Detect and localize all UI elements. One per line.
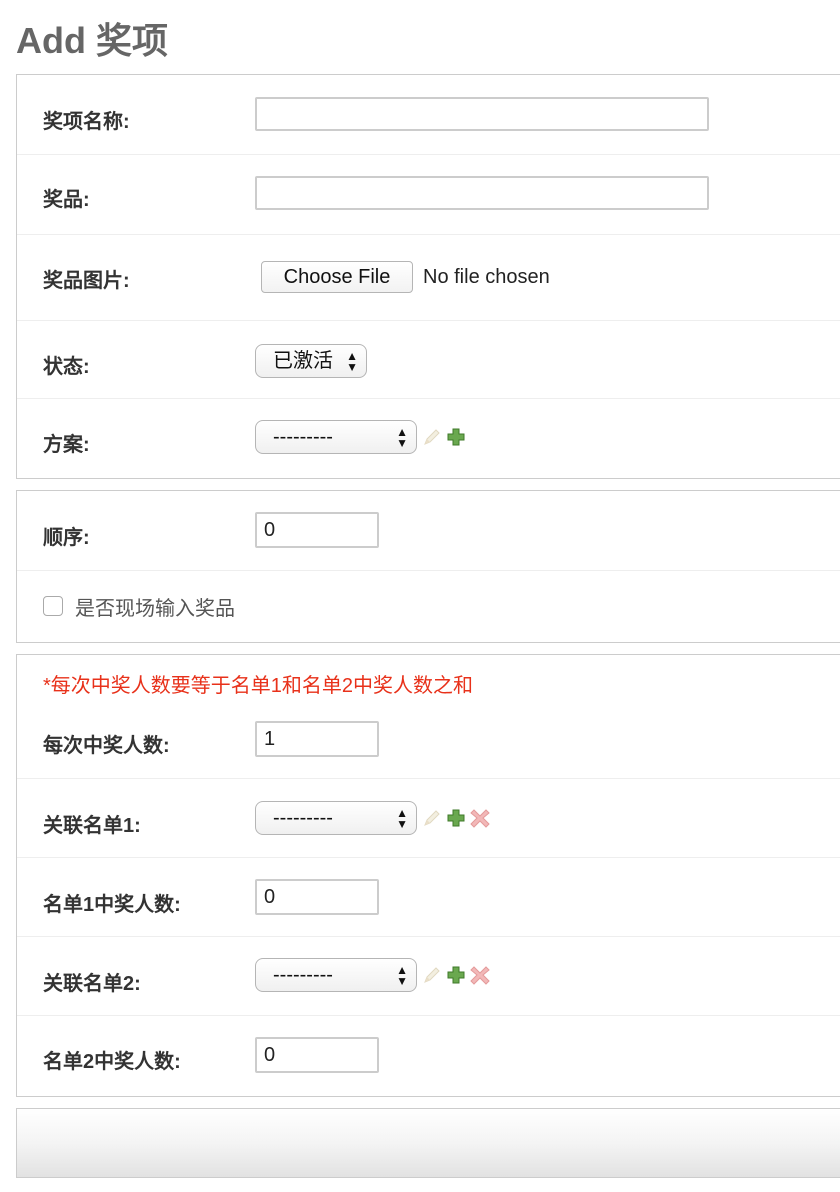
file-status-text: No file chosen <box>423 266 550 288</box>
plus-icon[interactable] <box>445 426 467 448</box>
award-name-label: 奖项名称: <box>43 111 130 133</box>
fieldset-basic: 奖项名称: 奖品: 奖品图片: Choose File No file chos… <box>16 74 840 479</box>
list1-winners-label: 名单1中奖人数: <box>43 894 181 916</box>
status-select-value: 已激活 <box>273 350 333 372</box>
form-row-list1-winners: 名单1中奖人数: 0 <box>17 858 840 937</box>
pencil-icon[interactable] <box>421 426 443 448</box>
plan-select[interactable]: --------- ▲ ▼ <box>255 420 417 454</box>
status-select[interactable]: 已激活 ▲ ▼ <box>255 344 367 378</box>
select-arrows-icon: ▲ ▼ <box>396 806 408 831</box>
plus-icon[interactable] <box>445 807 467 829</box>
prize-label: 奖品: <box>43 189 90 211</box>
list2-select[interactable]: --------- ▲ ▼ <box>255 958 417 992</box>
fieldset-order: 顺序: 0 是否现场输入奖品 <box>16 490 840 643</box>
fieldset-winners: *每次中奖人数要等于名单1和名单2中奖人数之和 每次中奖人数: 1 关联名单1:… <box>16 654 840 1097</box>
form-row-winners-per-draw: *每次中奖人数要等于名单1和名单2中奖人数之和 每次中奖人数: 1 <box>17 655 840 779</box>
form-row-list2-winners: 名单2中奖人数: 0 <box>17 1016 840 1096</box>
select-arrows-icon: ▲ ▼ <box>396 963 408 988</box>
pencil-icon[interactable] <box>421 807 443 829</box>
list2-winners-label: 名单2中奖人数: <box>43 1051 181 1073</box>
page-title: Add 奖项 <box>16 20 168 61</box>
list2-select-value: --------- <box>273 964 333 986</box>
choose-file-button[interactable]: Choose File <box>261 261 413 293</box>
form-row-prize: 奖品: <box>17 155 840 235</box>
form-row-list2: 关联名单2: --------- ▲ ▼ <box>17 937 840 1016</box>
award-name-input[interactable] <box>255 97 709 131</box>
order-input[interactable]: 0 <box>255 512 379 548</box>
form-row-plan: 方案: --------- ▲ ▼ <box>17 399 840 477</box>
prize-image-label: 奖品图片: <box>43 270 130 292</box>
plus-icon[interactable] <box>445 964 467 986</box>
select-arrows-icon: ▲ ▼ <box>346 349 358 374</box>
plan-select-value: --------- <box>273 426 333 448</box>
form-row-award-name: 奖项名称: <box>17 75 840 155</box>
list1-select[interactable]: --------- ▲ ▼ <box>255 801 417 835</box>
list2-label: 关联名单2: <box>43 973 141 995</box>
list1-select-value: --------- <box>273 807 333 829</box>
delete-x-icon[interactable] <box>469 964 491 986</box>
winners-notice: *每次中奖人数要等于名单1和名单2中奖人数之和 <box>43 675 474 697</box>
delete-x-icon[interactable] <box>469 807 491 829</box>
winners-per-draw-label: 每次中奖人数: <box>43 735 170 757</box>
plan-label: 方案: <box>43 434 90 456</box>
winners-per-draw-input[interactable]: 1 <box>255 721 379 757</box>
select-arrows-icon: ▲ ▼ <box>396 425 408 450</box>
form-row-status: 状态: 已激活 ▲ ▼ <box>17 321 840 399</box>
form-row-prize-image: 奖品图片: Choose File No file chosen <box>17 235 840 321</box>
prize-input[interactable] <box>255 176 709 210</box>
submit-row <box>16 1108 840 1178</box>
list2-winners-input[interactable]: 0 <box>255 1037 379 1073</box>
list1-winners-input[interactable]: 0 <box>255 879 379 915</box>
form-row-onsite-input: 是否现场输入奖品 <box>17 571 840 643</box>
onsite-input-checkbox[interactable] <box>43 596 63 616</box>
form-row-list1: 关联名单1: --------- ▲ ▼ <box>17 779 840 858</box>
form-row-order: 顺序: 0 <box>17 491 840 571</box>
status-label: 状态: <box>43 356 90 378</box>
list1-label: 关联名单1: <box>43 815 141 837</box>
pencil-icon[interactable] <box>421 964 443 986</box>
order-label: 顺序: <box>43 527 90 549</box>
onsite-input-label: 是否现场输入奖品 <box>75 598 235 620</box>
